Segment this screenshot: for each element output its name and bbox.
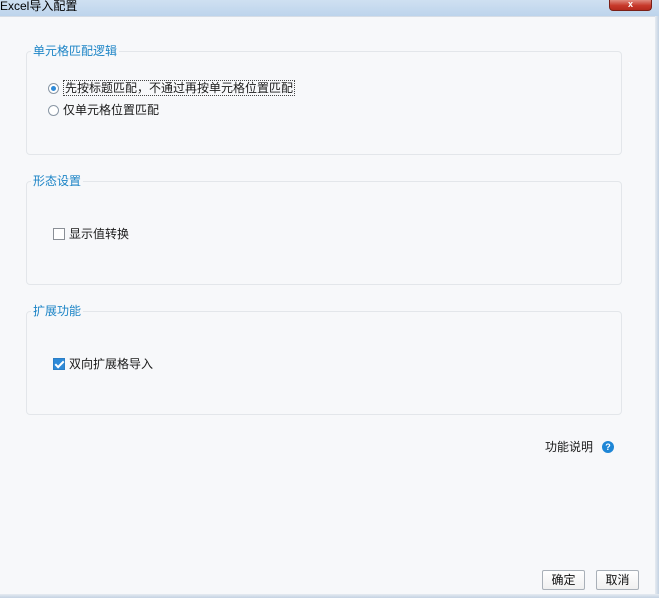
title-divider xyxy=(0,16,659,17)
window-bottom-border xyxy=(0,594,659,598)
bidirectional-expand-import-option[interactable]: 双向扩展格导入 xyxy=(53,355,153,372)
display-value-conversion-checkbox[interactable] xyxy=(53,227,65,240)
window-right-border xyxy=(655,16,659,598)
radio-button-unselected[interactable] xyxy=(48,104,59,116)
close-icon: x xyxy=(627,0,633,9)
display-value-conversion-option[interactable]: 显示值转换 xyxy=(53,225,129,242)
bidirectional-expand-import-label: 双向扩展格导入 xyxy=(69,357,154,371)
matching-logic-group: 单元格匹配逻辑 先按标题匹配，不通过再按单元格位置匹配 仅单元格位置匹配 xyxy=(26,43,622,155)
ok-button[interactable]: 确定 xyxy=(542,570,585,590)
help-icon[interactable]: ? xyxy=(602,441,615,453)
radio-button-selected[interactable] xyxy=(48,82,59,94)
close-button[interactable]: x xyxy=(609,0,652,11)
display-value-conversion-label: 显示值转换 xyxy=(69,227,130,241)
form-settings-legend: 形态设置 xyxy=(31,173,84,189)
matching-logic-legend: 单元格匹配逻辑 xyxy=(31,43,120,59)
radio-position-only[interactable]: 仅单元格位置匹配 xyxy=(48,103,159,117)
excel-import-config-dialog: Excel导入配置 x 单元格匹配逻辑 先按标题匹配，不通过再按单元格位置匹配 … xyxy=(0,0,659,598)
feature-description: 功能说明 ? xyxy=(545,440,615,454)
title-bar[interactable]: Excel导入配置 x xyxy=(0,0,659,16)
form-settings-group: 形态设置 显示值转换 xyxy=(26,173,622,285)
radio-title-then-position[interactable]: 先按标题匹配，不通过再按单元格位置匹配 xyxy=(48,80,296,96)
bidirectional-expand-import-checkbox[interactable] xyxy=(53,357,65,370)
extension-features-legend: 扩展功能 xyxy=(31,303,84,319)
cancel-button[interactable]: 取消 xyxy=(596,570,639,590)
radio-label-title-then-position: 先按标题匹配，不通过再按单元格位置匹配 xyxy=(63,80,296,96)
feature-description-label: 功能说明 xyxy=(545,440,594,454)
window-title: Excel导入配置 xyxy=(0,0,78,13)
radio-label-position-only: 仅单元格位置匹配 xyxy=(63,103,160,117)
extension-features-group: 扩展功能 双向扩展格导入 xyxy=(26,303,622,415)
